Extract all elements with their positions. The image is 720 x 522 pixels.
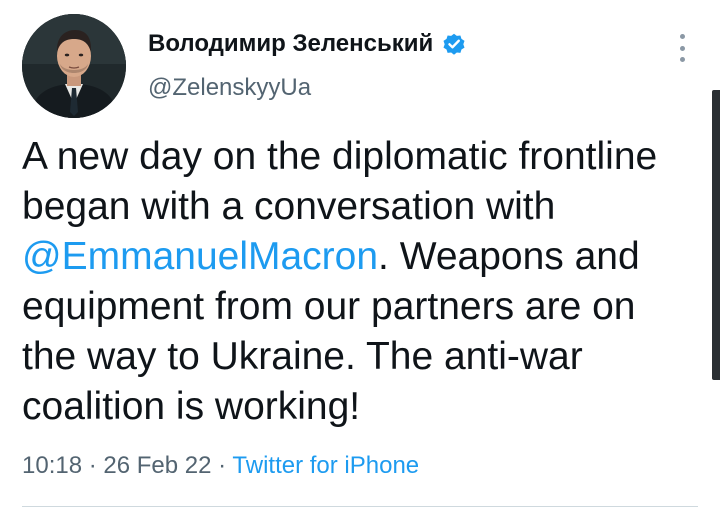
more-dot [679,34,685,39]
more-dot [679,45,685,51]
tweet-line-with-mention: @EmmanuelMacron. Weapons and [22,232,702,282]
author-name-row[interactable]: Володимир Зеленський [148,30,467,58]
tweet-text: A new day on the diplomatic frontline be… [22,132,702,432]
tweet-meta: 10:18 · 26 Feb 22 · Twitter for iPhone [22,452,419,480]
author-handle[interactable]: @ZelenskyyUa [148,74,311,102]
avatar[interactable] [22,14,126,118]
tweet-line-rest: . Weapons and [378,235,640,278]
scroll-edge [712,90,720,380]
tweet-line: equipment from our partners are on [22,285,636,328]
tweet: Володимир Зеленський @ZelenskyyUa A new … [0,0,720,522]
meta-separator: · [88,452,97,479]
more-dot [679,57,685,62]
author-display-name[interactable]: Володимир Зеленський [148,30,433,58]
more-options-icon[interactable] [672,30,692,66]
tweet-line: coalition is working! [22,385,361,428]
person-portrait-icon [22,14,126,118]
tweet-time[interactable]: 10:18 [22,452,82,479]
tweet-source-link[interactable]: Twitter for iPhone [232,452,419,479]
divider [22,506,698,507]
verified-badge-icon [443,33,465,55]
mention-link[interactable]: @EmmanuelMacron [22,235,378,278]
meta-separator: · [218,452,227,479]
tweet-line: the way to Ukraine. The anti-war [22,335,583,378]
tweet-line: began with a conversation with [22,185,556,228]
tweet-date[interactable]: 26 Feb 22 [103,452,211,479]
tweet-line: A new day on the diplomatic frontline [22,135,658,178]
